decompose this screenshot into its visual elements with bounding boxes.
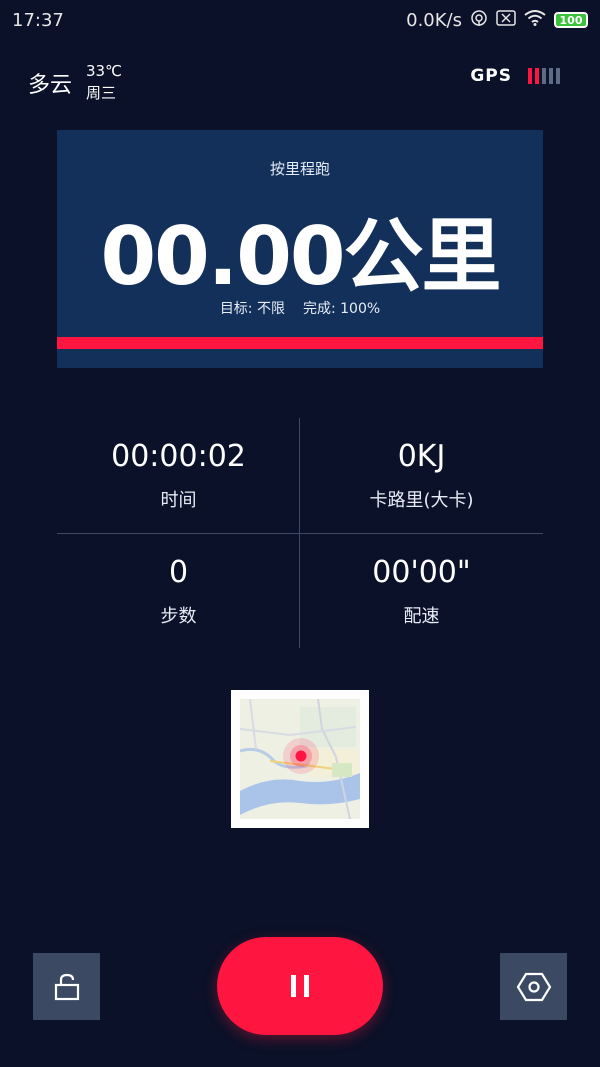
location-pin-icon: [283, 738, 319, 774]
stat-steps-value: 0: [168, 555, 189, 590]
gps-signal-bar: [542, 68, 546, 84]
gps-label: GPS: [470, 66, 512, 86]
distance-card: 按里程跑 00.00公里 目标: 不限 完成: 100%: [57, 130, 543, 368]
gps-indicator: GPS: [470, 66, 560, 86]
lock-icon: [54, 973, 79, 1000]
stat-pace: 00'00" 配速: [300, 534, 543, 649]
target-text: 目标: 不限: [219, 301, 285, 317]
gps-signal-bar: [535, 68, 539, 84]
stats-grid: 00:00:02 时间 0KJ 卡路里(大卡) 0 步数 00'00" 配速: [57, 418, 543, 648]
gps-signal-bar: [549, 68, 553, 84]
distance-value: 00.00公里: [100, 210, 501, 303]
stat-steps: 0 步数: [57, 534, 300, 649]
settings-icon: [516, 972, 551, 1001]
stat-calories: 0KJ 卡路里(大卡): [300, 418, 543, 533]
map-thumbnail[interactable]: [231, 690, 369, 828]
status-time: 17:37: [12, 9, 64, 31]
gps-signal-bar: [528, 68, 532, 84]
network-speed: 0.0K/s: [406, 9, 462, 31]
battery-icon: 100: [554, 12, 588, 28]
stat-calories-value: 0KJ: [397, 439, 446, 474]
gps-signal-bar: [556, 68, 560, 84]
status-bar: 17:37 0.0K/s 100: [0, 0, 600, 40]
stat-time-label: 时间: [160, 490, 197, 511]
no-sim-icon: [496, 10, 516, 30]
progress-fill: [57, 337, 543, 349]
distance-meta: 目标: 不限 完成: 100%: [57, 298, 543, 318]
weather-details: 33℃ 周三: [86, 62, 122, 103]
hotspot-icon: [470, 9, 488, 31]
weather-widget: 多云 33℃ 周三: [28, 62, 122, 103]
stat-pace-label: 配速: [403, 606, 440, 627]
pause-button[interactable]: [217, 937, 383, 1035]
settings-button[interactable]: [500, 953, 567, 1020]
lock-button[interactable]: [33, 953, 100, 1020]
gps-signal-bars: [528, 68, 560, 84]
stat-time-value: 00:00:02: [111, 439, 246, 474]
stat-time: 00:00:02 时间: [57, 418, 300, 533]
run-mode-label: 按里程跑: [269, 160, 330, 178]
stat-pace-value: 00'00": [372, 555, 471, 590]
map-view: [240, 699, 360, 819]
stat-calories-label: 卡路里(大卡): [369, 490, 474, 511]
weather-description: 多云: [28, 72, 73, 98]
progress-bar: [57, 337, 543, 349]
wifi-icon: [524, 10, 546, 30]
completion-text: 完成: 100%: [302, 301, 381, 317]
weather-temperature: 33℃: [86, 62, 122, 80]
weather-weekday: 周三: [86, 84, 117, 102]
status-indicators: 0.0K/s 100: [406, 9, 588, 31]
stat-steps-label: 步数: [160, 606, 197, 627]
pause-icon: [291, 975, 309, 997]
